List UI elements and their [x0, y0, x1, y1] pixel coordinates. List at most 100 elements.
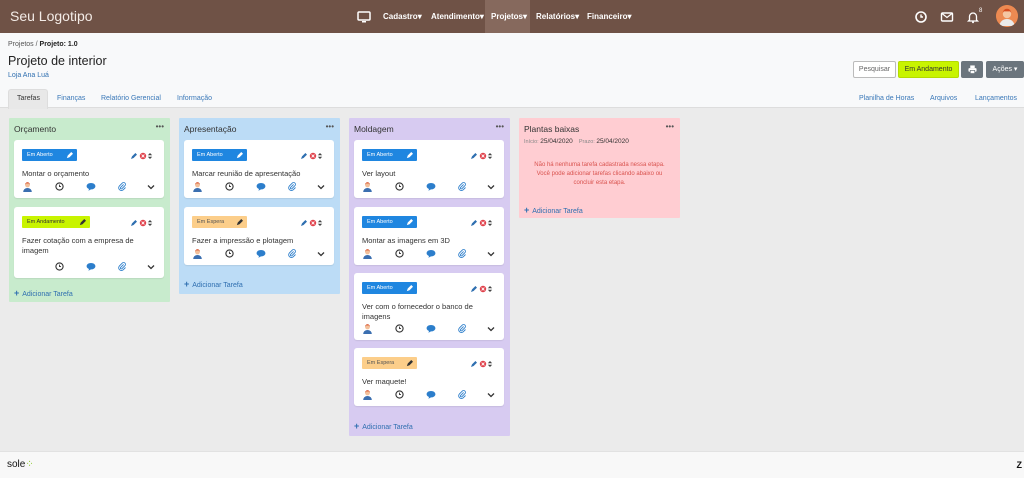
task-card[interactable]: Em Aberto Montar as imagens em 3D	[354, 207, 504, 265]
card-action-icons[interactable]	[300, 152, 326, 160]
card-action-icons[interactable]	[470, 285, 496, 293]
task-card[interactable]: Em Espera Ver maquete!	[354, 348, 504, 406]
print-button[interactable]	[961, 61, 983, 78]
status-badge[interactable]: Em Aberto	[362, 216, 417, 228]
card-action-icons[interactable]	[470, 152, 496, 160]
breadcrumb-projetos[interactable]: Projetos	[8, 41, 34, 48]
search-button[interactable]: Pesquisar	[853, 61, 896, 78]
actions-dropdown[interactable]: Ações ▾	[986, 61, 1024, 78]
attachment-icon[interactable]	[288, 182, 296, 191]
task-card[interactable]: Em Espera Fazer a impressão e plotagem	[184, 207, 334, 265]
assignee-avatar[interactable]	[192, 248, 203, 259]
chevron-down-icon[interactable]	[317, 251, 325, 257]
task-card[interactable]: Em Aberto Montar o orçamento	[14, 140, 164, 198]
task-card[interactable]: Em Aberto Ver com o fornecedor o banco d…	[354, 273, 504, 340]
edit-status-icon[interactable]	[406, 285, 413, 292]
assignee-avatar[interactable]	[362, 389, 373, 400]
attachment-icon[interactable]	[118, 262, 126, 271]
edit-status-icon[interactable]	[236, 152, 243, 159]
chevron-down-icon[interactable]	[147, 184, 155, 190]
card-action-icons[interactable]	[470, 360, 496, 368]
attachment-icon[interactable]	[458, 249, 466, 258]
chevron-down-icon[interactable]	[487, 326, 495, 332]
clock-icon[interactable]	[395, 324, 404, 333]
clock-icon[interactable]	[395, 182, 404, 191]
footer-right-logo[interactable]: Z	[1017, 460, 1023, 470]
assignee-avatar[interactable]	[362, 323, 373, 334]
column-menu-dots[interactable]: •••	[326, 122, 334, 131]
chevron-down-icon[interactable]	[317, 184, 325, 190]
status-badge[interactable]: Em Espera	[192, 216, 247, 228]
attachment-icon[interactable]	[458, 182, 466, 191]
comment-icon[interactable]	[426, 249, 436, 258]
status-button[interactable]: Em Andamento	[898, 61, 959, 78]
chevron-down-icon[interactable]	[487, 392, 495, 398]
card-action-icons[interactable]	[470, 219, 496, 227]
card-action-icons[interactable]	[130, 152, 156, 160]
monitor-icon[interactable]	[357, 10, 371, 24]
tab-informacao[interactable]: Informação	[177, 95, 212, 102]
status-badge[interactable]: Em Espera	[362, 357, 417, 369]
card-action-icons[interactable]	[130, 219, 156, 227]
nav-relatorios[interactable]: Relatórios▾	[536, 12, 579, 21]
comment-icon[interactable]	[86, 262, 96, 271]
status-badge[interactable]: Em Andamento	[22, 216, 90, 228]
comment-icon[interactable]	[256, 182, 266, 191]
brand-logo[interactable]: Seu Logotipo	[10, 8, 93, 24]
task-title[interactable]: Fazer cotação com a empresa de imagem	[22, 236, 156, 255]
tab-relatorio-gerencial[interactable]: Relatório Gerencial	[101, 95, 161, 102]
task-card[interactable]: Em Aberto Ver layout	[354, 140, 504, 198]
conclude-stage-link[interactable]: concluir esta etapa.	[519, 179, 680, 188]
comment-icon[interactable]	[86, 182, 96, 191]
assignee-avatar[interactable]	[192, 181, 203, 192]
edit-status-icon[interactable]	[66, 152, 73, 159]
mail-icon[interactable]	[940, 10, 954, 24]
assignee-avatar[interactable]	[22, 181, 33, 192]
nav-financeiro[interactable]: Financeiro▾	[587, 12, 631, 21]
clock-icon[interactable]	[225, 249, 234, 258]
attachment-icon[interactable]	[458, 324, 466, 333]
edit-status-icon[interactable]	[406, 219, 413, 226]
tab-lancamentos[interactable]: Lançamentos	[975, 95, 1017, 102]
attachment-icon[interactable]	[118, 182, 126, 191]
comment-icon[interactable]	[426, 324, 436, 333]
edit-status-icon[interactable]	[79, 219, 86, 226]
task-title[interactable]: Montar as imagens em 3D	[362, 236, 496, 246]
chevron-down-icon[interactable]	[487, 184, 495, 190]
clock-icon[interactable]	[55, 182, 64, 191]
task-title[interactable]: Montar o orçamento	[22, 169, 156, 179]
status-badge[interactable]: Em Aberto	[22, 149, 77, 161]
comment-icon[interactable]	[426, 182, 436, 191]
task-title[interactable]: Ver com o fornecedor o banco de imagens	[362, 302, 496, 321]
bell-icon[interactable]	[966, 10, 980, 24]
tab-tarefas[interactable]: Tarefas	[17, 95, 40, 102]
chevron-down-icon[interactable]	[487, 251, 495, 257]
column-menu-dots[interactable]: •••	[666, 122, 674, 131]
edit-status-icon[interactable]	[406, 360, 413, 367]
nav-atendimento[interactable]: Atendimento▾	[431, 12, 484, 21]
comment-icon[interactable]	[256, 249, 266, 258]
status-badge[interactable]: Em Aberto	[362, 282, 417, 294]
footer-logo[interactable]: sole⁘	[7, 459, 34, 470]
add-task-link[interactable]: + Adicionar Tarefa	[14, 288, 73, 298]
task-title[interactable]: Fazer a impressão e plotagem	[192, 236, 326, 246]
nav-projetos[interactable]: Projetos▾	[491, 12, 527, 21]
edit-status-icon[interactable]	[406, 152, 413, 159]
nav-cadastro[interactable]: Cadastro▾	[383, 12, 422, 21]
add-task-link[interactable]: + Adicionar Tarefa	[184, 279, 243, 289]
task-card[interactable]: Em Andamento Fazer cotação com a empresa…	[14, 207, 164, 278]
comment-icon[interactable]	[426, 390, 436, 399]
card-action-icons[interactable]	[300, 219, 326, 227]
clock-icon[interactable]	[395, 390, 404, 399]
task-card[interactable]: Em Aberto Marcar reunião de apresentação	[184, 140, 334, 198]
clock-icon[interactable]	[225, 182, 234, 191]
add-task-link[interactable]: + Adicionar Tarefa	[524, 205, 583, 215]
column-menu-dots[interactable]: •••	[156, 122, 164, 131]
attachment-icon[interactable]	[458, 390, 466, 399]
status-badge[interactable]: Em Aberto	[192, 149, 247, 161]
task-title[interactable]: Ver layout	[362, 169, 496, 179]
attachment-icon[interactable]	[288, 249, 296, 258]
status-badge[interactable]: Em Aberto	[362, 149, 417, 161]
task-title[interactable]: Ver maquete!	[362, 377, 496, 387]
user-avatar[interactable]	[996, 5, 1018, 27]
